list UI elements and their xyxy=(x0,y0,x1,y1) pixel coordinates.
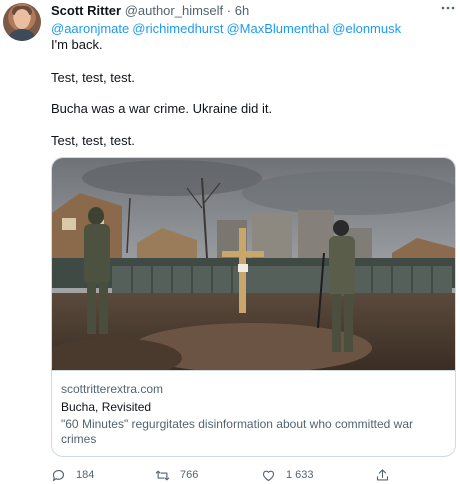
heart-icon xyxy=(262,470,275,482)
card-image xyxy=(52,158,455,370)
reply-icon xyxy=(52,470,65,482)
reply-count: 184 xyxy=(76,469,95,481)
tweet-text-line: Test, test, test. xyxy=(51,70,135,85)
author-handle[interactable]: @author_himself xyxy=(125,3,223,18)
like-button[interactable]: 1 633 xyxy=(261,467,314,484)
mention-link[interactable]: @aaronjmate xyxy=(51,21,129,36)
mentions: @aaronjmate @richimedhurst @MaxBlumenthal @… xyxy=(51,21,404,37)
reply-button[interactable]: 184 xyxy=(51,467,94,484)
avatar-shirt xyxy=(7,29,37,41)
author-name[interactable]: Scott Ritter xyxy=(51,3,121,18)
share-button[interactable] xyxy=(375,467,390,484)
tweet[interactable]: Scott Ritter @author_himself · 6h @aaron… xyxy=(0,0,460,484)
avatar[interactable] xyxy=(3,3,41,41)
tweet-timestamp[interactable]: 6h xyxy=(235,3,249,18)
retweet-button[interactable]: 766 xyxy=(155,467,198,484)
card-divider xyxy=(52,370,455,371)
card-description[interactable]: "60 Minutes" regurgitates disinformation… xyxy=(61,417,446,447)
like-count: 1 633 xyxy=(286,469,314,481)
mention-link[interactable]: @richimedhurst xyxy=(132,21,223,36)
more-icon[interactable] xyxy=(440,0,456,16)
share-icon xyxy=(376,469,389,481)
mention-link[interactable]: @MaxBlumenthal xyxy=(226,21,329,36)
card-domain[interactable]: scottritterextra.com xyxy=(61,382,163,397)
tweet-actions: 184 766 1 633 xyxy=(51,467,460,484)
card-title[interactable]: Bucha, Revisited xyxy=(61,400,151,415)
tweet-text-line: Bucha was a war crime. Ukraine did it. xyxy=(51,101,273,116)
link-card[interactable]: scottritterextra.com Bucha, Revisited "6… xyxy=(51,157,456,457)
tweet-header: Scott Ritter @author_himself · 6h xyxy=(51,3,249,19)
tweet-text-line: Test, test, test. xyxy=(51,133,135,148)
mention-link[interactable]: @elonmusk xyxy=(332,21,401,36)
avatar-face xyxy=(14,9,30,29)
header-separator: · xyxy=(223,3,235,18)
retweet-count: 766 xyxy=(180,469,199,481)
tweet-text-line: I'm back. xyxy=(51,37,103,52)
retweet-icon xyxy=(155,470,170,481)
